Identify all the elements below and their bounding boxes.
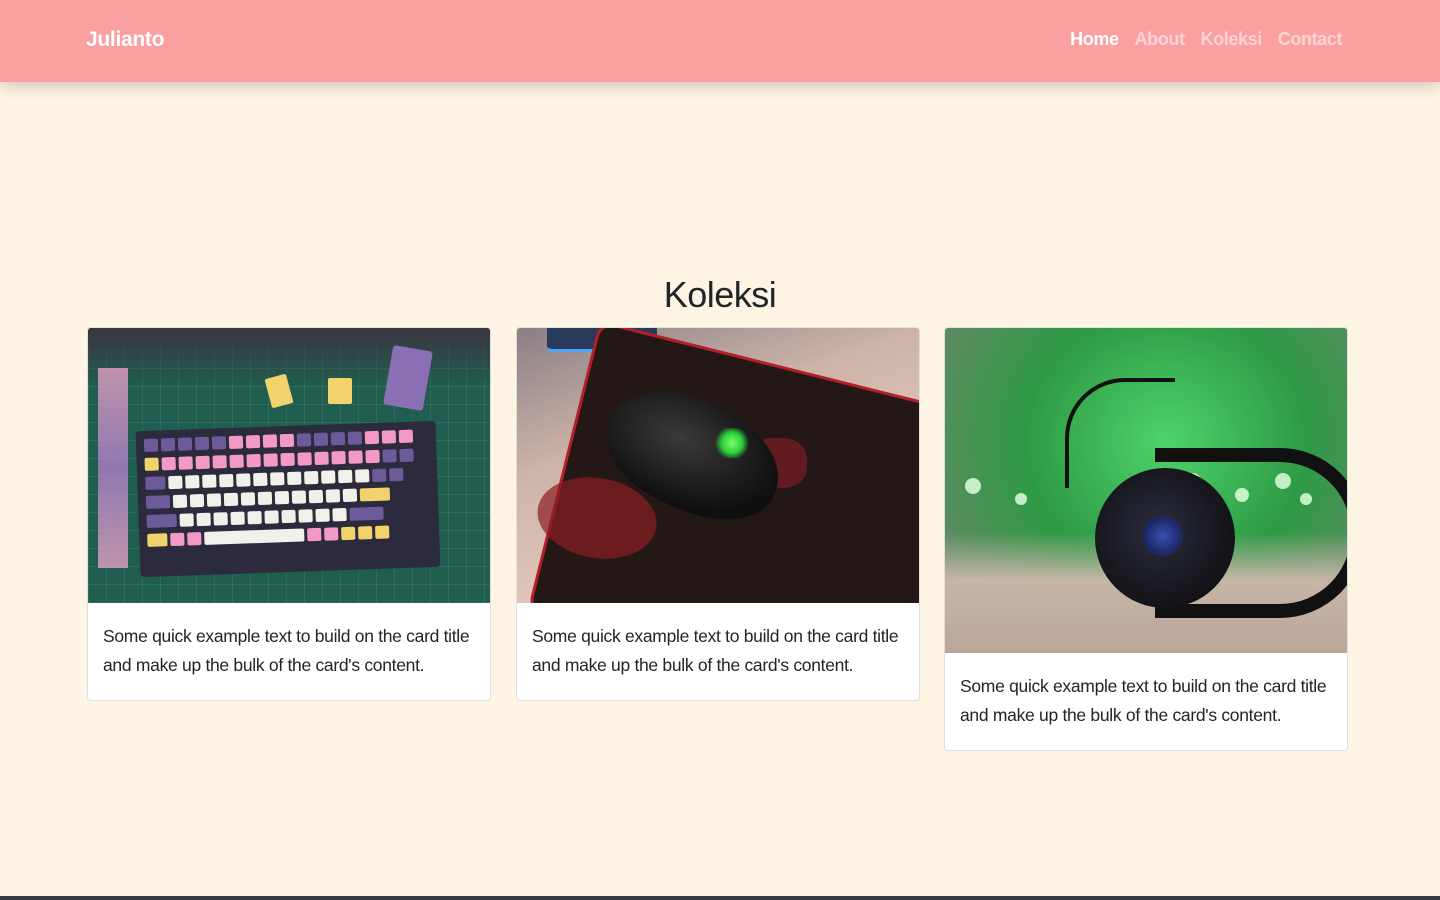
collection-card-mouse: Some quick example text to build on the … <box>516 327 920 701</box>
card-text: Some quick example text to build on the … <box>532 626 899 675</box>
mouse-image <box>517 328 919 603</box>
card-body: Some quick example text to build on the … <box>88 603 490 700</box>
nav-link-home[interactable]: Home <box>1070 29 1119 50</box>
section-title: Koleksi <box>663 274 777 315</box>
nav-link-contact[interactable]: Contact <box>1278 29 1343 50</box>
card-body: Some quick example text to build on the … <box>945 653 1347 750</box>
keyboard-image <box>88 328 490 603</box>
headset-image <box>945 328 1347 653</box>
card-text: Some quick example text to build on the … <box>960 676 1327 725</box>
collection-card-keyboard: Some quick example text to build on the … <box>87 327 491 701</box>
footer-bar <box>0 896 1440 900</box>
nav-link-about[interactable]: About <box>1135 29 1185 50</box>
card-text: Some quick example text to build on the … <box>103 626 470 675</box>
collection-card-headset: Some quick example text to build on the … <box>944 327 1348 751</box>
brand-link[interactable]: Julianto <box>86 28 164 52</box>
card-body: Some quick example text to build on the … <box>517 603 919 700</box>
nav-link-koleksi[interactable]: Koleksi <box>1201 29 1263 50</box>
nav-links: Home About Koleksi Contact <box>1070 29 1342 50</box>
navbar: Julianto Home About Koleksi Contact <box>0 0 1440 82</box>
